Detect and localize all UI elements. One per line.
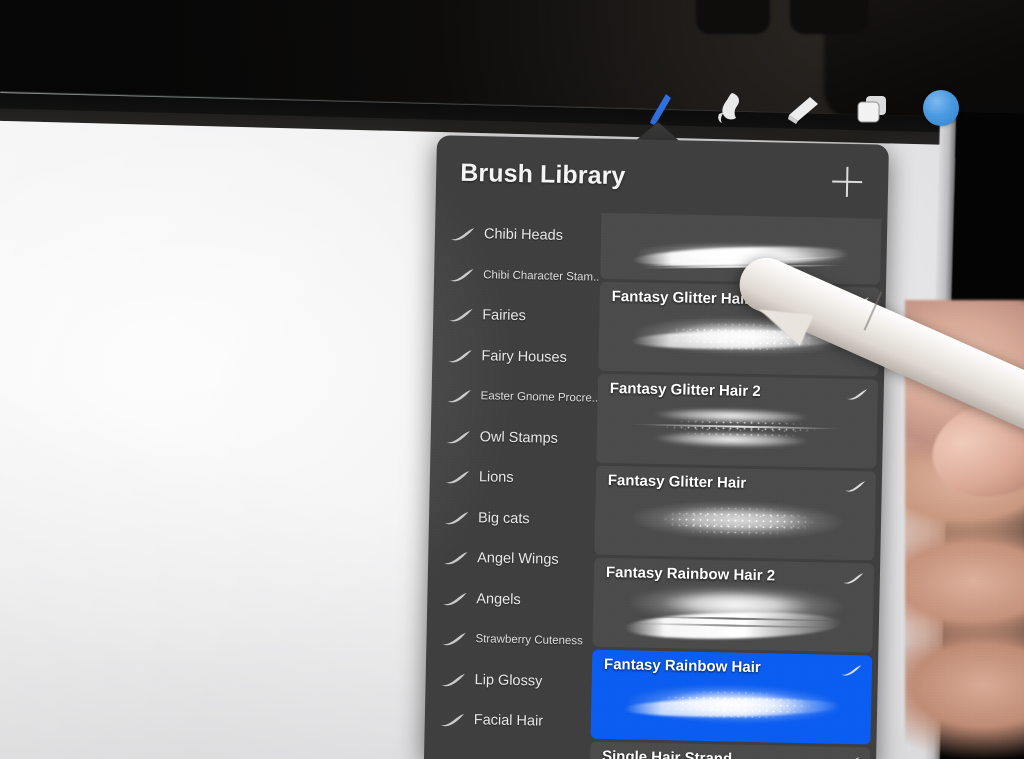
brush-preview-stamp bbox=[607, 666, 855, 740]
brush-preview-stamp bbox=[611, 482, 859, 556]
brush-name-label: Fantasy Rainbow Hair 2 bbox=[605, 563, 776, 585]
brush-set-item[interactable]: Easter Gnome Procre... bbox=[431, 375, 602, 419]
brush-name-label: Fantasy Glitter Hair 2 bbox=[609, 379, 761, 401]
case-notch-right bbox=[790, 0, 868, 34]
brush-stroke-icon bbox=[443, 552, 468, 565]
brush-preview-stamp bbox=[609, 574, 857, 648]
brush-stroke-icon bbox=[448, 349, 472, 363]
brush-item-selected[interactable]: Fantasy Rainbow Hair bbox=[590, 649, 873, 745]
brush-set-label: Facial Hair bbox=[473, 712, 544, 730]
brush-set-item[interactable]: Chibi Character Stam... bbox=[434, 254, 601, 298]
brush-set-label: Big cats bbox=[477, 509, 530, 528]
brush-set-label: Chibi Heads bbox=[483, 226, 564, 245]
layers-icon bbox=[857, 96, 886, 123]
brush-set-label: Owl Stamps bbox=[479, 428, 559, 447]
brush-set-list[interactable]: Chibi Heads Chibi Character Stam... Fairie… bbox=[424, 209, 602, 759]
brush-set-label: Chibi Character Stam... bbox=[483, 269, 602, 284]
eraser-icon bbox=[788, 97, 818, 124]
layers-tool[interactable] bbox=[851, 90, 893, 130]
brush-set-label: Lip Glossy bbox=[474, 671, 543, 690]
brush-set-item[interactable]: Strawberry Cuteness bbox=[426, 618, 593, 662]
brush-preview-stamp bbox=[617, 229, 864, 280]
brush-set-label: Easter Gnome Procre... bbox=[480, 390, 602, 406]
brush-set-label: Fairy Houses bbox=[481, 347, 568, 366]
popover-arrow bbox=[635, 121, 681, 142]
brush-stroke-icon bbox=[445, 471, 470, 484]
brush-stroke-icon bbox=[847, 389, 868, 400]
brush-set-label: Fairies bbox=[482, 307, 526, 325]
brush-item[interactable]: Fantasy Glitter Hair 2 bbox=[596, 373, 879, 469]
tool-toolbar bbox=[620, 88, 1024, 138]
popover-header: Brush Library bbox=[435, 135, 888, 218]
page-title: Brush Library bbox=[459, 158, 626, 190]
brush-name-label: Single Hair Strand bbox=[601, 747, 733, 759]
brush-set-item[interactable]: Angel Wings bbox=[428, 537, 595, 581]
brush-stroke-icon bbox=[839, 757, 860, 759]
brush-set-item[interactable]: Lip Glossy bbox=[425, 659, 592, 703]
smudge-tool[interactable] bbox=[710, 88, 752, 128]
brush-stroke-icon bbox=[441, 673, 465, 686]
brush-stroke-icon bbox=[447, 390, 471, 403]
brush-item[interactable]: Fantasy Glitter Hair bbox=[594, 465, 877, 561]
brush-set-item[interactable]: Chibi Heads bbox=[435, 213, 602, 257]
brush-stroke-icon bbox=[841, 665, 862, 676]
brush-stroke-icon bbox=[442, 592, 467, 605]
brush-set-label: Angel Wings bbox=[477, 550, 559, 569]
brush-stroke-icon bbox=[442, 633, 466, 646]
brush-set-item[interactable]: Owl Stamps bbox=[430, 416, 597, 460]
brush-name-label: Fantasy Rainbow Hair bbox=[603, 655, 761, 677]
brush-stroke-icon bbox=[446, 430, 471, 444]
brush-stroke-icon bbox=[449, 268, 474, 282]
brush-library-popover: Brush Library Chibi Heads Chibi Character… bbox=[423, 135, 889, 759]
brush-set-item[interactable]: Facial Hair bbox=[424, 699, 591, 743]
brush-stroke-icon bbox=[845, 481, 866, 492]
brush-name-label: Fantasy Glitter Hair bbox=[607, 471, 747, 492]
brush-set-item[interactable]: Angels bbox=[427, 578, 594, 622]
brush-set-item[interactable]: Big cats bbox=[429, 497, 596, 541]
brush-stroke-icon bbox=[440, 714, 465, 727]
color-tool[interactable] bbox=[923, 90, 959, 126]
brush-set-item[interactable]: Lions bbox=[429, 456, 596, 500]
brush-stroke-icon bbox=[450, 228, 475, 241]
brush-set-item[interactable]: Fairy Houses bbox=[432, 335, 599, 379]
brush-stroke-icon bbox=[843, 573, 864, 584]
brush-stroke-icon bbox=[444, 511, 469, 525]
case-notch-left bbox=[696, 0, 770, 34]
brush-set-item[interactable]: Fairies bbox=[433, 294, 600, 338]
brush-preview-stamp bbox=[613, 390, 861, 464]
smudge-icon bbox=[718, 93, 740, 123]
brush-set-label: Lions bbox=[478, 469, 514, 487]
add-brush-button[interactable] bbox=[832, 167, 863, 198]
brush-set-label: Angels bbox=[476, 590, 521, 608]
brush-item[interactable]: Fantasy Rainbow Hair 2 bbox=[592, 557, 875, 653]
eraser-tool[interactable] bbox=[782, 90, 824, 130]
screenshot-root: Brush Library Chibi Heads Chibi Character… bbox=[0, 0, 1024, 759]
brush-set-label: Strawberry Cuteness bbox=[475, 633, 583, 648]
brush-stroke-icon bbox=[448, 309, 473, 322]
brush-item[interactable]: Single Hair Strand bbox=[589, 741, 871, 759]
